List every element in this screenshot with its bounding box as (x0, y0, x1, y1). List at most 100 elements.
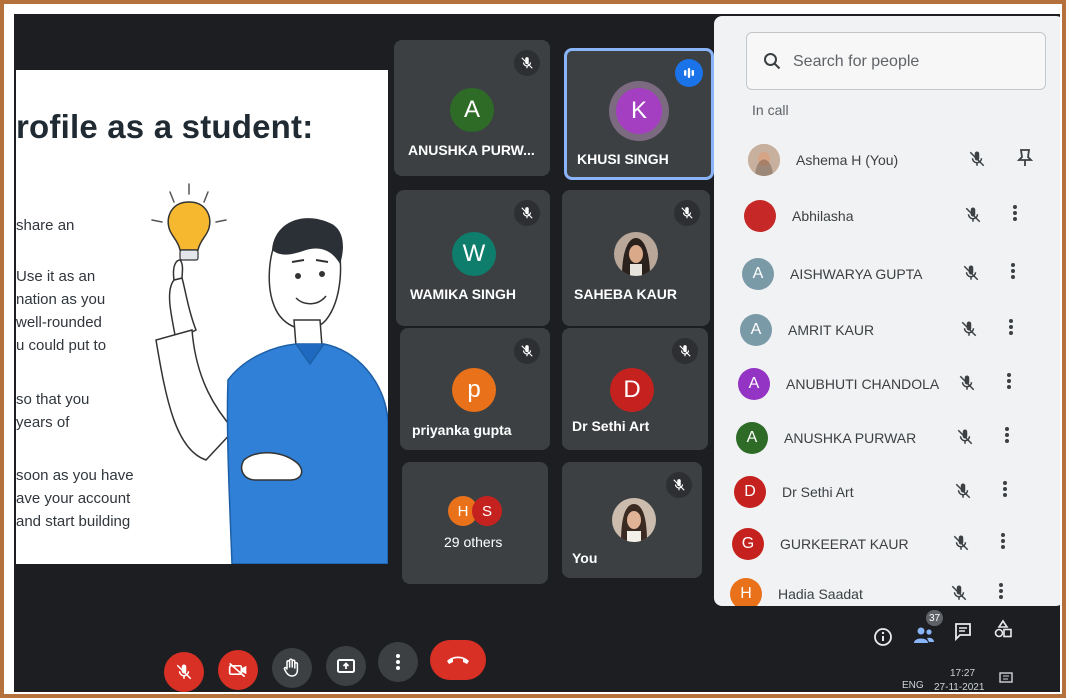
participant-name: SAHEBA KAUR (574, 286, 677, 302)
slide-line: so that you (16, 391, 90, 408)
participant-photo (614, 232, 658, 276)
slide-line: years of (16, 414, 70, 431)
participant-name: KHUSI SINGH (577, 151, 669, 167)
more-options-icon[interactable] (1010, 262, 1016, 285)
meet-screen: rofile as a student: share an Use it as … (14, 14, 1060, 692)
participant-name: AMRIT KAUR (788, 322, 875, 338)
avatar: K (616, 88, 662, 134)
slide-line: share an (16, 217, 75, 234)
participant-tile[interactable]: W WAMIKA SINGH (396, 190, 550, 326)
hand-icon (283, 658, 299, 677)
speaking-indicator-icon (675, 59, 703, 87)
participant-tile[interactable]: SAHEBA KAUR (562, 190, 710, 326)
search-box[interactable] (746, 32, 1046, 90)
leave-call-button[interactable] (430, 640, 486, 680)
mic-off-icon (950, 584, 968, 606)
avatar-initial: G (741, 535, 755, 552)
participant-name: Dr Sethi Art (782, 484, 854, 500)
slide-line: ave your account (16, 490, 131, 507)
avatar: A (742, 258, 774, 290)
more-options-icon[interactable] (998, 582, 1004, 605)
slide-line: and start building (16, 513, 131, 530)
camera-toggle-button[interactable] (218, 650, 258, 690)
avatar: W (452, 232, 496, 276)
avatar-initial: p (467, 376, 481, 403)
more-options-icon[interactable] (1008, 318, 1014, 341)
avatar-initial: K (630, 97, 647, 124)
speaking-ring: K (609, 81, 669, 141)
more-options-button[interactable] (378, 642, 418, 682)
participant-name: AISHWARYA GUPTA (790, 266, 923, 282)
slide-line: soon as you have (16, 467, 134, 484)
more-options-icon[interactable] (1002, 480, 1008, 503)
others-count: 29 others (444, 534, 503, 550)
participant-row[interactable]: Abhilasha (744, 196, 1044, 240)
notification-icon (999, 672, 1013, 683)
more-options-icon[interactable] (1004, 426, 1010, 449)
mic-off-icon (176, 664, 192, 680)
participant-tile[interactable]: D Dr Sethi Art (562, 328, 708, 450)
activities-icon (994, 619, 1012, 638)
avatar-initial: A (463, 96, 480, 123)
mic-off-icon (960, 320, 978, 343)
pin-icon[interactable] (1016, 148, 1034, 173)
mic-off-icon (952, 534, 970, 557)
mic-toggle-button[interactable] (164, 652, 204, 692)
participant-row[interactable]: D Dr Sethi Art (734, 472, 1034, 516)
self-tile[interactable]: You (562, 462, 702, 578)
avatar-initial: W (462, 240, 486, 267)
avatar-initial: H (740, 585, 752, 602)
avatar: A (738, 368, 770, 400)
mic-off-icon (958, 374, 976, 397)
meeting-details-button[interactable] (872, 626, 894, 648)
mic-off-icon (956, 428, 974, 451)
more-options-icon[interactable] (1000, 532, 1006, 555)
avatar-initial: A (752, 265, 764, 282)
participant-row[interactable]: G GURKEERAT KAUR (732, 524, 1032, 568)
participant-row[interactable]: A ANUSHKA PURWAR (736, 418, 1036, 462)
avatar: D (610, 368, 654, 412)
avatar-initial: A (748, 375, 760, 392)
mic-off-icon (962, 264, 980, 287)
participant-name: Hadia Saadat (778, 586, 863, 602)
chat-icon (955, 623, 971, 641)
activities-button[interactable] (992, 618, 1014, 640)
mic-off-icon (954, 482, 972, 505)
avatar: H (730, 578, 762, 606)
more-options-icon[interactable] (1012, 204, 1018, 227)
participant-tile[interactable]: A ANUSHKA PURW... (394, 40, 550, 176)
participant-tile-active[interactable]: K KHUSI SINGH (564, 48, 714, 180)
participant-row[interactable]: Ashema H (You) (748, 140, 1048, 184)
mic-off-icon (968, 150, 986, 173)
presentation-slide: rofile as a student: share an Use it as … (16, 70, 388, 564)
mic-off-icon (514, 200, 540, 226)
slide-line: nation as you (16, 291, 106, 308)
mic-off-icon (674, 200, 700, 226)
present-icon (337, 659, 355, 673)
search-input[interactable] (793, 47, 1033, 77)
present-screen-button[interactable] (326, 646, 366, 686)
avatar-initial: D (623, 376, 641, 403)
raise-hand-button[interactable] (272, 648, 312, 688)
end-call-icon (447, 656, 469, 664)
slide-title: rofile as a student: (16, 108, 314, 145)
chat-button[interactable] (952, 620, 974, 642)
participant-row[interactable]: A ANUBHUTI CHANDOLA (738, 364, 1038, 408)
participant-row[interactable]: A AMRIT KAUR (740, 310, 1040, 354)
idea-man-illustration (151, 183, 388, 564)
mic-off-icon (514, 50, 540, 76)
avatar: D (734, 476, 766, 508)
more-vert-icon (396, 654, 400, 670)
participant-name: ANUSHKA PURW... (408, 142, 535, 158)
notification-button[interactable] (998, 670, 1014, 686)
participant-row[interactable]: H Hadia Saadat (730, 574, 1030, 606)
participant-tile[interactable]: p priyanka gupta (400, 328, 550, 450)
more-options-icon[interactable] (1006, 372, 1012, 395)
people-button[interactable] (912, 624, 936, 646)
search-icon (763, 52, 781, 75)
participant-row[interactable]: A AISHWARYA GUPTA (742, 254, 1042, 298)
avatar (748, 144, 780, 176)
avatar-initial: S (481, 502, 492, 520)
avatar: A (740, 314, 772, 346)
others-tile[interactable]: H S 29 others (402, 462, 548, 584)
